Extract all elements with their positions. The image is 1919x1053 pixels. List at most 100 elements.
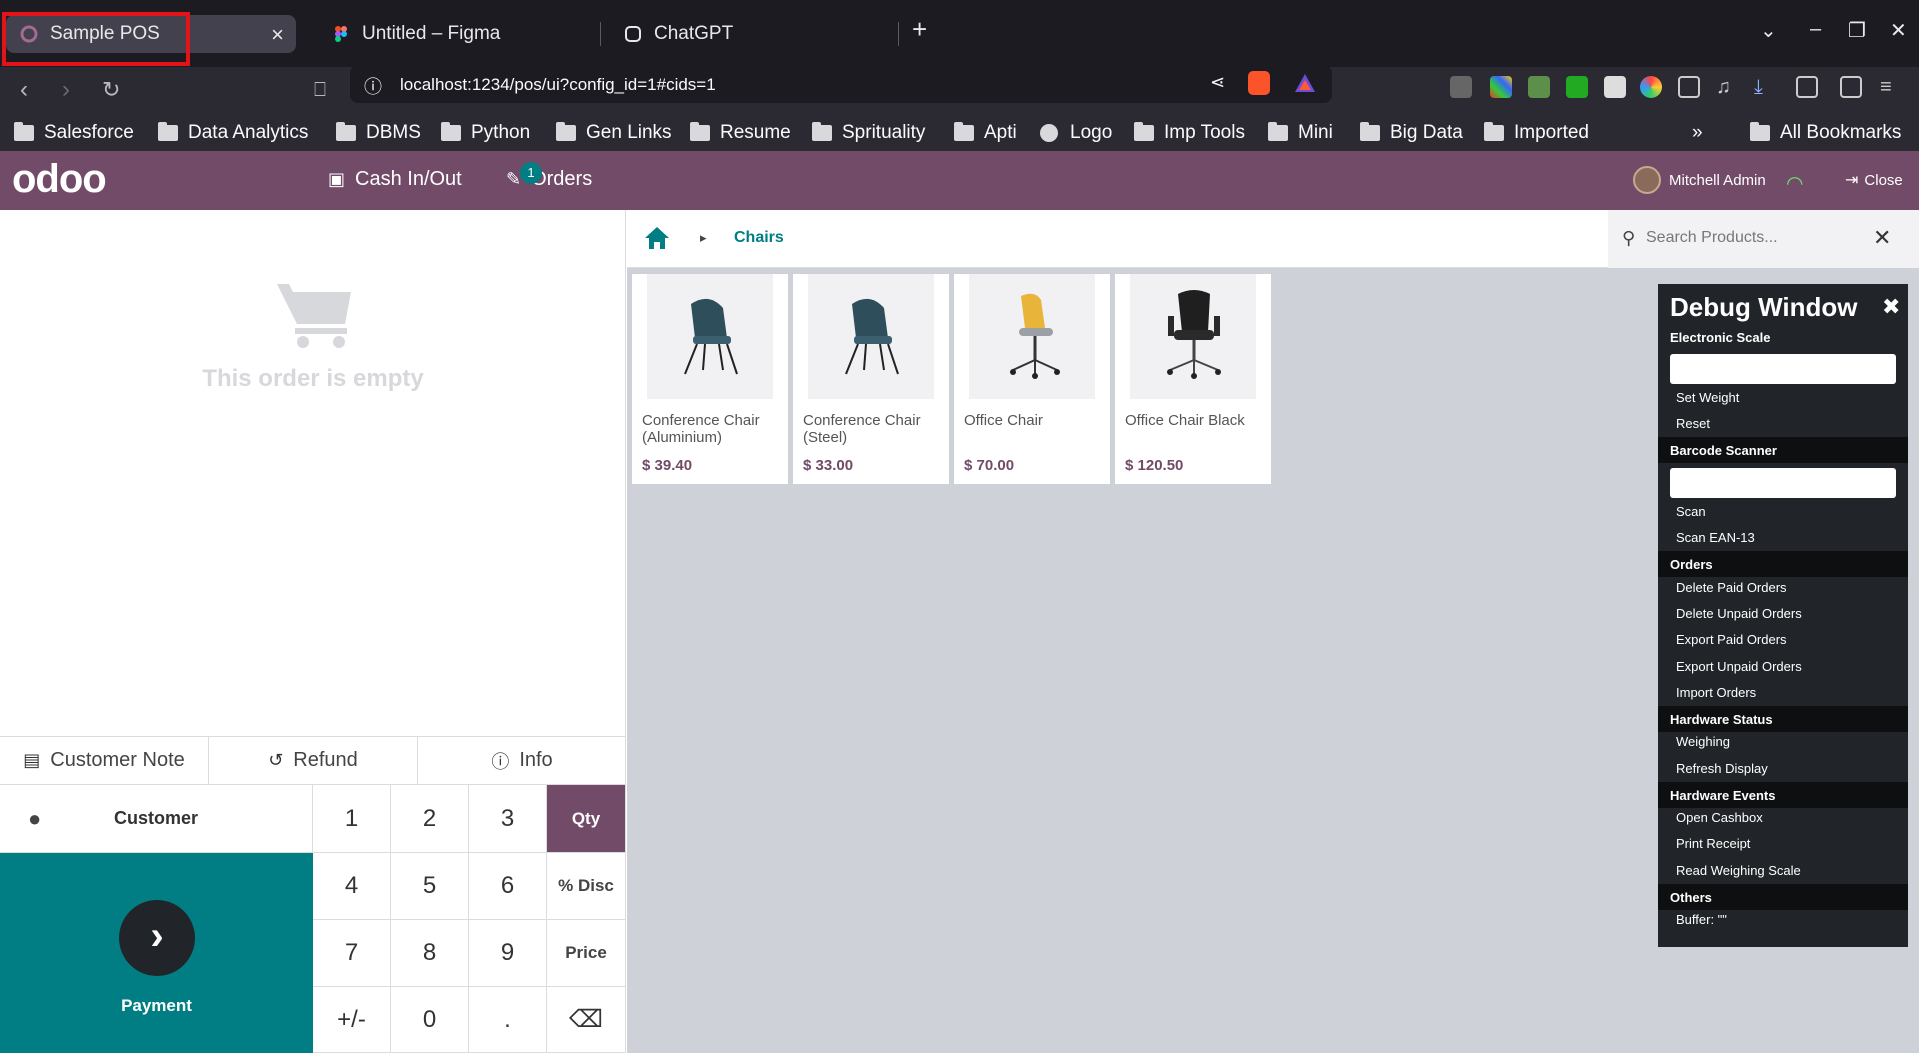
wallet-icon[interactable]: [1840, 76, 1862, 98]
bookmark-data-analytics[interactable]: Data Analytics: [158, 122, 308, 144]
bookmark-all-bookmarks[interactable]: All Bookmarks: [1750, 122, 1901, 144]
bookmark-mini[interactable]: Mini: [1268, 122, 1333, 144]
numpad-key-0[interactable]: 0: [391, 987, 469, 1053]
breadcrumb-category[interactable]: Chairs: [734, 229, 784, 247]
customer-note-button[interactable]: ▤ Customer Note: [0, 737, 209, 784]
close-tab-icon[interactable]: ×: [271, 22, 284, 48]
bookmark-big-data[interactable]: Big Data: [1360, 122, 1463, 144]
sidebar-icon[interactable]: [1796, 76, 1818, 98]
numpad-key-2[interactable]: 2: [391, 785, 469, 853]
extensions-puzzle-icon[interactable]: [1678, 76, 1700, 98]
undo-icon: ↺: [268, 750, 284, 770]
barcode-input[interactable]: [1670, 468, 1896, 498]
numpad-key-3[interactable]: 3: [469, 785, 547, 853]
bookmark-gen-links[interactable]: Gen Links: [556, 122, 672, 144]
folder-icon: [14, 122, 34, 141]
refund-button[interactable]: ↺ Refund: [209, 737, 418, 784]
user-menu[interactable]: Mitchell Admin: [1633, 166, 1766, 194]
weight-input[interactable]: [1670, 354, 1896, 384]
numpad-mode-price[interactable]: Price: [547, 920, 626, 987]
close-pos-button[interactable]: ⇥ Close: [1845, 170, 1903, 190]
back-icon[interactable]: ‹: [20, 78, 28, 102]
product-card[interactable]: Conference Chair (Aluminium) $ 39.40: [632, 274, 788, 484]
new-tab-icon[interactable]: +: [912, 14, 927, 45]
bookmark-imp-tools[interactable]: Imp Tools: [1134, 122, 1245, 144]
numpad-key-4[interactable]: 4: [313, 853, 391, 920]
folder-icon: [556, 122, 576, 141]
bookmark-salesforce[interactable]: Salesforce: [14, 122, 134, 144]
extension-icon[interactable]: [1566, 76, 1588, 98]
bookmark-dbms[interactable]: DBMS: [336, 122, 421, 144]
delete-paid-orders-button[interactable]: Delete Paid Orders: [1676, 580, 1787, 595]
product-card[interactable]: Office Chair Black $ 120.50: [1115, 274, 1271, 484]
orders-button[interactable]: ✎ Orders: [506, 168, 592, 191]
search-input[interactable]: Search Products...: [1646, 229, 1778, 247]
bookmarks-overflow-icon[interactable]: »: [1692, 122, 1703, 144]
open-cashbox-button[interactable]: Open Cashbox: [1676, 810, 1763, 825]
numpad-mode-disc[interactable]: % Disc: [547, 853, 626, 920]
forward-icon[interactable]: ›: [62, 78, 70, 102]
info-button[interactable]: ⓘ Info: [418, 737, 626, 784]
clear-search-icon[interactable]: ✕: [1873, 225, 1891, 251]
cash-in-out-button[interactable]: ▣ Cash In/Out: [328, 168, 462, 191]
brave-rewards-icon[interactable]: [1294, 72, 1316, 94]
numpad-mode-qty[interactable]: Qty: [547, 785, 626, 853]
close-window-icon[interactable]: ✕: [1890, 18, 1907, 43]
reload-icon[interactable]: ↻: [102, 78, 120, 102]
extension-icon[interactable]: [1604, 76, 1626, 98]
numpad-key-1[interactable]: 1: [313, 785, 391, 853]
export-paid-orders-button[interactable]: Export Paid Orders: [1676, 632, 1787, 647]
menu-icon[interactable]: ≡: [1880, 76, 1902, 98]
extension-icon[interactable]: [1450, 76, 1472, 98]
restore-icon[interactable]: ❐: [1848, 18, 1866, 43]
numpad-key-7[interactable]: 7: [313, 920, 391, 987]
avatar: [1633, 166, 1661, 194]
import-orders-button[interactable]: Import Orders: [1676, 685, 1756, 700]
scan-button[interactable]: Scan: [1676, 504, 1706, 519]
product-price: $ 70.00: [964, 457, 1015, 474]
media-icon[interactable]: ♫: [1716, 76, 1738, 98]
product-card[interactable]: Conference Chair (Steel) $ 33.00: [793, 274, 949, 484]
downloads-icon[interactable]: ⤓: [1754, 76, 1776, 98]
share-icon[interactable]: ⋖: [1210, 72, 1225, 93]
close-debug-icon[interactable]: ✖: [1882, 294, 1900, 320]
customer-button[interactable]: ● Customer: [0, 785, 313, 853]
numpad-key-5[interactable]: 5: [391, 853, 469, 920]
bookmark-resume[interactable]: Resume: [690, 122, 791, 144]
refresh-display-button[interactable]: Refresh Display: [1676, 761, 1768, 776]
bookmark-imported[interactable]: Imported: [1484, 122, 1589, 144]
caret-right-icon: ▸: [700, 230, 707, 245]
set-weight-button[interactable]: Set Weight: [1676, 390, 1739, 405]
bookmark-page-icon[interactable]: ⎕: [314, 78, 326, 102]
address-bar[interactable]: ⓘ localhost:1234/pos/ui?config_id=1#cids…: [350, 65, 1332, 103]
payment-button[interactable]: › Payment: [0, 853, 313, 1053]
tab-chatgpt[interactable]: ChatGPT: [610, 15, 890, 53]
tab-list-chevron-icon[interactable]: ⌄: [1760, 18, 1777, 43]
numpad-key-plus-minus[interactable]: +/-: [313, 987, 391, 1053]
backspace-icon[interactable]: ⌫: [547, 987, 626, 1053]
scan-ean13-button[interactable]: Scan EAN-13: [1676, 530, 1755, 545]
color-picker-extension-icon[interactable]: [1490, 76, 1512, 98]
reset-button[interactable]: Reset: [1676, 416, 1710, 431]
product-card[interactable]: Office Chair $ 70.00: [954, 274, 1110, 484]
brave-shield-icon[interactable]: [1248, 71, 1270, 95]
minimize-icon[interactable]: –: [1810, 18, 1821, 41]
export-unpaid-orders-button[interactable]: Export Unpaid Orders: [1676, 659, 1802, 674]
print-receipt-button[interactable]: Print Receipt: [1676, 836, 1750, 851]
home-icon[interactable]: [644, 226, 670, 250]
numpad-key-8[interactable]: 8: [391, 920, 469, 987]
bookmark-sprituality[interactable]: Sprituality: [812, 122, 925, 144]
read-weighing-scale-button[interactable]: Read Weighing Scale: [1676, 863, 1801, 878]
product-list: Conference Chair (Aluminium) $ 39.40 Con…: [632, 274, 1276, 484]
extension-icon[interactable]: [1528, 76, 1550, 98]
extension-icon[interactable]: [1640, 76, 1662, 98]
bookmark-apti[interactable]: Apti: [954, 122, 1017, 144]
bookmark-logo[interactable]: Logo: [1040, 122, 1112, 144]
numpad-key-9[interactable]: 9: [469, 920, 547, 987]
bookmark-python[interactable]: Python: [441, 122, 530, 144]
numpad-key-decimal[interactable]: .: [469, 987, 547, 1053]
site-info-icon[interactable]: ⓘ: [364, 73, 382, 99]
tab-figma[interactable]: Untitled – Figma: [318, 15, 598, 53]
numpad-key-6[interactable]: 6: [469, 853, 547, 920]
delete-unpaid-orders-button[interactable]: Delete Unpaid Orders: [1676, 606, 1802, 621]
